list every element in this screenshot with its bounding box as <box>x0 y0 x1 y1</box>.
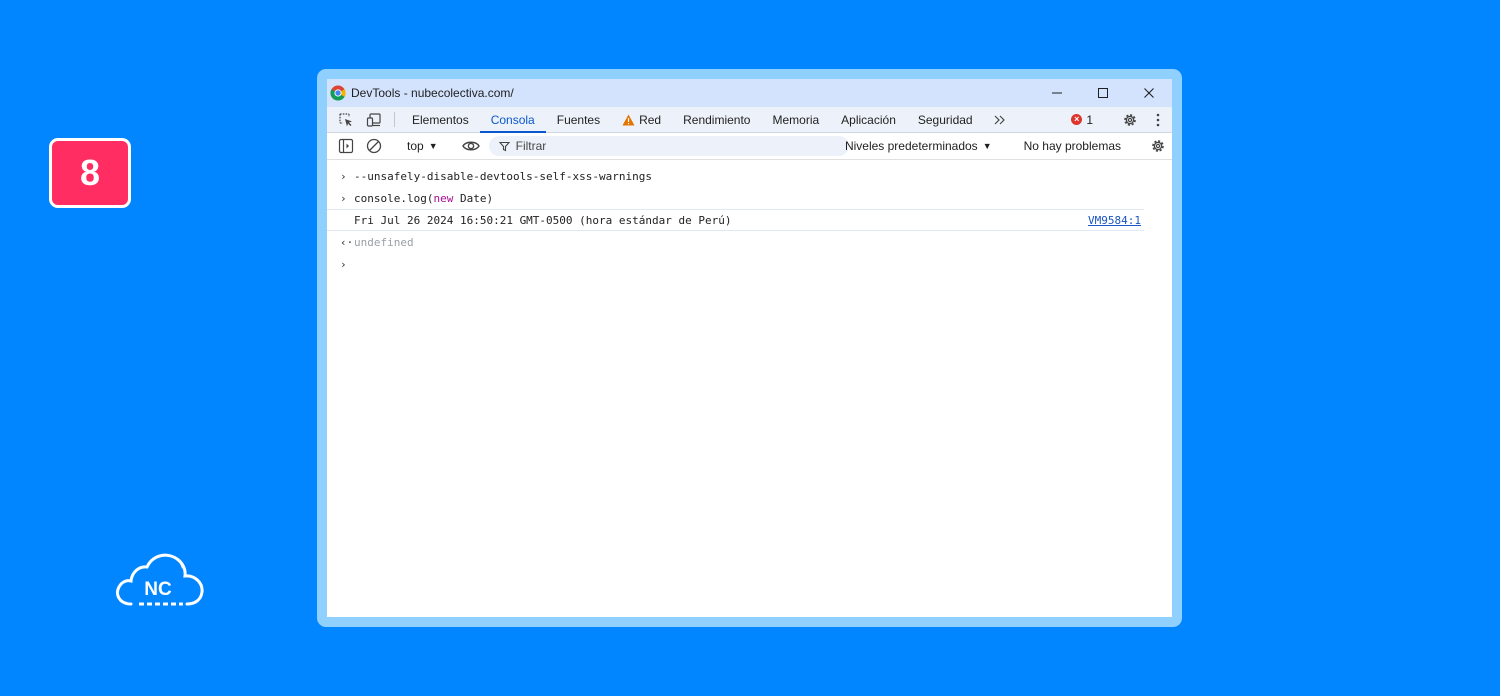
prompt-chevron-icon: › <box>340 257 347 271</box>
console-result-line: ‹· undefined <box>327 231 1172 253</box>
chevron-right-icon: › <box>340 169 347 183</box>
code-text: console.log( <box>354 191 434 205</box>
console-command: console.log(new Date) <box>354 192 493 205</box>
eye-icon <box>461 141 480 151</box>
tab-label: Fuentes <box>556 112 601 127</box>
maximize-icon <box>1098 88 1108 98</box>
more-tabs-button[interactable] <box>988 107 1012 132</box>
tab-fuentes[interactable]: Fuentes <box>546 107 611 132</box>
tab-label: Aplicación <box>841 112 896 127</box>
tab-label: Red <box>639 112 662 127</box>
nubecolectiva-logo: NC <box>116 553 204 606</box>
caret-down-icon: ▼ <box>428 141 438 151</box>
window-title: DevTools - nubecolectiva.com/ <box>351 86 514 100</box>
show-sidebar-button[interactable] <box>332 133 360 159</box>
code-text: Date) <box>453 191 494 205</box>
console-command: --unsafely-disable-devtools-self-xss-war… <box>354 169 653 183</box>
console-input-line: › --unsafely-disable-devtools-self-xss-w… <box>327 165 1172 187</box>
close-button[interactable] <box>1126 79 1172 107</box>
issues-button[interactable]: No hay problemas <box>1014 139 1131 153</box>
tab-label: Elementos <box>412 112 469 127</box>
tab-seguridad[interactable]: Seguridad <box>907 107 984 132</box>
inspect-icon <box>339 112 352 126</box>
tab-consola[interactable]: Consola <box>479 107 546 133</box>
maximize-button[interactable] <box>1080 79 1126 107</box>
minimize-button[interactable] <box>1034 79 1080 107</box>
code-keyword: new <box>433 191 454 205</box>
device-icon <box>366 112 381 127</box>
result-value: undefined <box>354 235 414 249</box>
chevron-double-right-icon <box>994 115 1005 124</box>
devtools-window: DevTools - nubecolectiva.com/ Elementos … <box>327 79 1172 617</box>
filter-icon <box>498 141 510 151</box>
context-label: top <box>407 139 424 153</box>
sidebar-icon <box>338 138 354 154</box>
tab-label: Rendimiento <box>683 112 751 127</box>
chrome-icon <box>330 85 346 101</box>
device-toolbar-button[interactable] <box>360 107 388 132</box>
kebab-menu-icon <box>1156 113 1160 126</box>
caret-down-icon: ▼ <box>982 141 992 151</box>
console-settings-button[interactable] <box>1144 134 1172 159</box>
divider <box>394 112 395 127</box>
console-output[interactable]: › --unsafely-disable-devtools-self-xss-w… <box>327 160 1172 275</box>
filter-box <box>488 136 849 156</box>
inspect-element-button[interactable] <box>332 107 360 132</box>
tab-rendimiento[interactable]: Rendimiento <box>672 107 761 132</box>
tab-label: Seguridad <box>917 112 973 127</box>
source-link[interactable]: VM9584:1 <box>1088 214 1141 227</box>
return-arrow-icon: ‹· <box>340 235 354 249</box>
log-levels-label: Niveles predeterminados <box>844 139 978 153</box>
gear-icon <box>1124 113 1136 126</box>
live-expression-button[interactable] <box>457 133 485 159</box>
close-icon <box>1144 88 1154 98</box>
tab-aplicacion[interactable]: Aplicación <box>830 107 907 132</box>
tab-label: Memoria <box>772 112 820 127</box>
error-icon: × <box>1071 114 1083 125</box>
tab-elementos[interactable]: Elementos <box>401 107 480 132</box>
error-count: 1 <box>1086 112 1093 127</box>
customize-menu-button[interactable] <box>1144 107 1172 132</box>
chevron-right-icon: › <box>340 191 347 205</box>
console-input-line: › console.log(new Date) <box>327 187 1172 209</box>
console-log-message: Fri Jul 26 2024 16:50:21 GMT-0500 (hora … <box>327 209 1144 231</box>
svg-text:NC: NC <box>144 579 172 600</box>
minimize-icon <box>1052 92 1062 94</box>
context-selector[interactable]: top ▼ <box>401 139 444 153</box>
filter-input[interactable] <box>515 139 836 153</box>
error-counter[interactable]: × 1 <box>1071 113 1093 127</box>
clear-console-button[interactable] <box>360 133 388 159</box>
settings-button[interactable] <box>1116 107 1144 132</box>
gear-icon <box>1152 140 1164 152</box>
tab-label: Consola <box>490 112 535 127</box>
window-frame: DevTools - nubecolectiva.com/ Elementos … <box>317 69 1182 627</box>
clear-icon <box>366 138 382 154</box>
title-bar: DevTools - nubecolectiva.com/ <box>327 79 1172 107</box>
console-prompt[interactable]: › <box>327 253 1172 275</box>
tab-memoria[interactable]: Memoria <box>761 107 830 132</box>
tab-red[interactable]: Red <box>611 107 672 132</box>
step-number-badge: 8 <box>49 138 131 208</box>
log-levels-dropdown[interactable]: Niveles predeterminados ▼ <box>845 139 1001 153</box>
panel-tabbar: Elementos Consola Fuentes Red Rendimient… <box>327 107 1172 133</box>
log-text: Fri Jul 26 2024 16:50:21 GMT-0500 (hora … <box>354 213 732 227</box>
console-toolbar: top ▼ Niveles predeterminados ▼ <box>327 133 1172 160</box>
warning-icon <box>622 114 635 126</box>
